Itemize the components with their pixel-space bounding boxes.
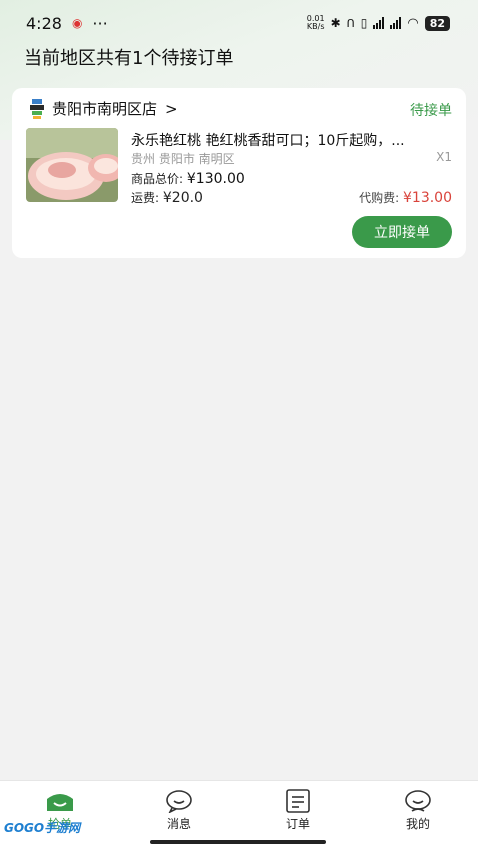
tab-label-orders: 订单: [285, 817, 310, 831]
order-card[interactable]: 贵阳市南明区店 > 待接单 永乐艳红桃 艳红桃香甜可口；10斤起购，... 贵州…: [12, 88, 466, 258]
vibrate-icon: ▯: [360, 16, 368, 30]
total-price-label: 商品总价:: [131, 172, 184, 186]
home-indicator[interactable]: [150, 840, 326, 844]
nfc-icon: ᑎ: [346, 16, 355, 30]
total-price-value: ¥130.00: [186, 171, 245, 187]
agent-fee-label: 代购费:: [359, 191, 400, 205]
order-status-badge: 待接单: [410, 103, 452, 119]
watermark-logo: GOGO手游网: [4, 821, 81, 835]
store-name: 贵阳市南明区店: [52, 100, 158, 118]
accept-order-button[interactable]: 立即接单: [352, 216, 452, 248]
status-bar: 4:28 ◉ ··· 0.01 KB/s ✱ ᑎ ▯ ◠ 82: [0, 0, 478, 46]
bluetooth-icon: ✱: [330, 16, 341, 30]
tab-profile[interactable]: 我的: [378, 789, 458, 832]
grab-order-icon: [47, 794, 73, 811]
more-notifications-icon: ···: [92, 13, 108, 33]
product-quantity: X1: [436, 150, 452, 164]
store-logo-icon: [30, 98, 44, 119]
signal-icon-1: [373, 17, 385, 29]
page-title: 当前地区共有1个待接订单: [24, 48, 234, 69]
weibo-icon: ◉: [71, 16, 83, 30]
shipping-fee-label: 运费:: [131, 191, 160, 205]
agent-fee-value: ¥13.00: [403, 190, 452, 206]
profile-icon: [405, 790, 431, 812]
message-icon: [166, 790, 192, 813]
tab-label-profile: 我的: [405, 817, 430, 831]
tab-messages[interactable]: 消息: [139, 789, 219, 832]
status-time: 4:28: [26, 13, 62, 33]
total-price-row: 商品总价: ¥130.00: [131, 170, 245, 187]
tab-label-messages: 消息: [166, 817, 191, 831]
battery-indicator: 82: [424, 15, 450, 31]
order-list-icon: [286, 789, 310, 813]
agent-fee-row: 代购费: ¥13.00: [359, 189, 452, 206]
product-location: 贵州 贵阳市 南明区: [131, 152, 235, 166]
store-link[interactable]: 贵阳市南明区店 >: [30, 98, 178, 119]
shipping-fee-value: ¥20.0: [162, 190, 203, 206]
product-title: 永乐艳红桃 艳红桃香甜可口；10斤起购，...: [131, 133, 405, 149]
signal-icon-2: [390, 17, 402, 29]
chevron-right-icon: >: [165, 99, 178, 118]
tab-orders[interactable]: 订单: [258, 789, 338, 832]
wifi-icon: ◠: [407, 15, 419, 31]
network-speed: 0.01 KB/s: [306, 14, 325, 31]
product-image: [26, 128, 118, 202]
shipping-fee-row: 运费: ¥20.0: [131, 189, 203, 206]
